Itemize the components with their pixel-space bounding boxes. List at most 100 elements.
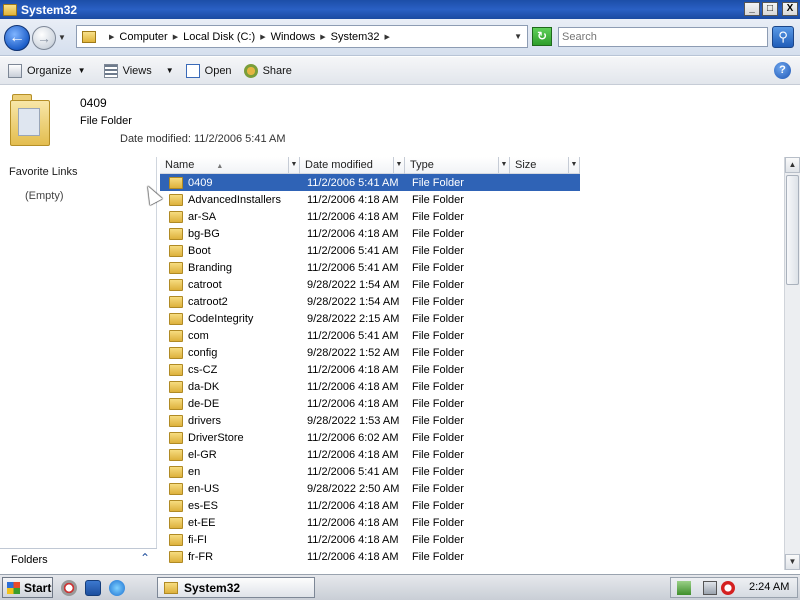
chevron-down-icon[interactable]: ▼	[393, 157, 404, 173]
file-list[interactable]: Name ▲ ▼ Date modified ▼ Type ▼ Size ▼ 04…	[160, 157, 784, 570]
row-type: File Folder	[412, 550, 464, 563]
back-button[interactable]: ←	[4, 25, 30, 51]
folder-icon	[169, 261, 183, 274]
internet-explorer-icon[interactable]	[109, 580, 125, 596]
forward-button[interactable]: →	[32, 26, 56, 50]
table-row[interactable]: bg-BG 11/2/2006 4:18 AM File Folder	[160, 225, 580, 242]
sort-ascending-icon: ▲	[216, 163, 224, 170]
breadcrumb-computer[interactable]: Computer	[119, 31, 167, 43]
row-date-modified: 9/28/2022 1:54 AM	[307, 295, 400, 308]
scroll-up-button[interactable]: ▲	[785, 157, 800, 173]
folder-icon	[169, 176, 183, 189]
address-dropdown[interactable]: ▼	[514, 32, 522, 41]
chevron-right-icon[interactable]: ▶	[320, 33, 325, 41]
row-type: File Folder	[412, 533, 464, 546]
table-row[interactable]: DriverStore 11/2/2006 6:02 AM File Folder	[160, 429, 580, 446]
organize-label: Organize	[27, 64, 72, 77]
breadcrumb-system32[interactable]: System32	[331, 31, 380, 43]
table-row[interactable]: 0409 11/2/2006 5:41 AM File Folder	[160, 174, 580, 191]
folders-toggle[interactable]: Folders ⌃	[0, 548, 157, 570]
column-headers: Name ▲ ▼ Date modified ▼ Type ▼ Size ▼	[160, 157, 580, 174]
chevron-down-icon[interactable]: ▼	[498, 157, 509, 173]
row-name: cs-CZ	[188, 363, 218, 376]
recent-pages-dropdown[interactable]: ▼	[58, 33, 66, 42]
title-bar[interactable]: System32 _ □ X	[0, 0, 800, 19]
row-type: File Folder	[412, 261, 464, 274]
folder-icon	[169, 244, 183, 257]
row-date-modified: 11/2/2006 6:02 AM	[307, 431, 399, 444]
row-name: config	[188, 346, 218, 359]
chevron-right-icon[interactable]: ▶	[173, 33, 178, 41]
folder-icon	[169, 499, 183, 512]
folder-icon	[169, 397, 183, 410]
folder-icon	[169, 295, 183, 308]
refresh-button[interactable]: ↻	[532, 27, 552, 46]
search-input[interactable]	[558, 27, 768, 47]
search-button[interactable]: ⚲	[772, 26, 794, 48]
table-row[interactable]: et-EE 11/2/2006 4:18 AM File Folder	[160, 514, 580, 531]
chevron-down-icon[interactable]: ▼	[568, 157, 579, 173]
start-label: Start	[24, 580, 52, 595]
chevron-right-icon[interactable]: ▶	[260, 33, 265, 41]
row-name: drivers	[188, 414, 222, 427]
taskbar-item-system32[interactable]: System32	[157, 577, 315, 598]
table-row[interactable]: cs-CZ 11/2/2006 4:18 AM File Folder	[160, 361, 580, 378]
share-label: Share	[262, 64, 292, 77]
column-header-type[interactable]: Type ▼	[405, 157, 510, 174]
table-row[interactable]: AdvancedInstallers 11/2/2006 4:18 AM File …	[160, 191, 580, 208]
maximize-button[interactable]: □	[762, 2, 778, 16]
volume-muted-icon[interactable]	[721, 581, 735, 595]
table-row[interactable]: en-US 9/28/2022 2:50 AM File Folder	[160, 480, 580, 497]
table-row[interactable]: config 9/28/2022 1:52 AM File Folder	[160, 344, 580, 361]
views-button[interactable]: Views ▼	[103, 63, 174, 78]
table-row[interactable]: drivers 9/28/2022 1:53 AM File Folder	[160, 412, 580, 429]
row-type: File Folder	[412, 465, 464, 478]
column-header-size[interactable]: Size ▼	[510, 157, 580, 174]
help-button[interactable]: ?	[774, 62, 791, 79]
minimize-button[interactable]: _	[744, 2, 760, 16]
start-button[interactable]: Start	[2, 577, 53, 598]
folder-icon	[169, 227, 183, 240]
table-row[interactable]: de-DE 11/2/2006 4:18 AM File Folder	[160, 395, 580, 412]
table-row[interactable]: catroot2 9/28/2022 1:54 AM File Folder	[160, 293, 580, 310]
scroll-down-button[interactable]: ▼	[785, 554, 800, 570]
table-row[interactable]: fi-FI 11/2/2006 4:18 AM File Folder	[160, 531, 580, 548]
close-button[interactable]: X	[782, 2, 798, 16]
breadcrumb-windows[interactable]: Windows	[271, 31, 316, 43]
column-header-name[interactable]: Name ▲ ▼	[160, 157, 300, 174]
row-type: File Folder	[412, 397, 464, 410]
table-row[interactable]: CodeIntegrity 9/28/2022 2:15 AM File Folde…	[160, 310, 580, 327]
show-desktop-icon[interactable]	[85, 580, 101, 596]
column-header-date-modified[interactable]: Date modified ▼	[300, 157, 405, 174]
vertical-scrollbar[interactable]: ▲ ▼	[784, 157, 800, 570]
row-date-modified: 9/28/2022 1:54 AM	[307, 278, 400, 291]
chevron-right-icon[interactable]: ▶	[385, 33, 390, 41]
network-icon[interactable]	[703, 581, 717, 595]
row-date-modified: 11/2/2006 4:18 AM	[307, 227, 399, 240]
table-row[interactable]: fr-FR 11/2/2006 4:18 AM File Folder	[160, 548, 580, 565]
table-row[interactable]: Boot 11/2/2006 5:41 AM File Folder	[160, 242, 580, 259]
media-player-icon[interactable]	[61, 580, 77, 596]
row-date-modified: 11/2/2006 4:18 AM	[307, 448, 399, 461]
table-row[interactable]: es-ES 11/2/2006 4:18 AM File Folder	[160, 497, 580, 514]
security-icon[interactable]	[677, 581, 691, 595]
share-button[interactable]: Share	[243, 63, 292, 78]
scroll-thumb[interactable]	[786, 175, 799, 285]
row-date-modified: 11/2/2006 4:18 AM	[307, 193, 399, 206]
chevron-right-icon[interactable]: ▶	[109, 33, 114, 41]
table-row[interactable]: da-DK 11/2/2006 4:18 AM File Folder	[160, 378, 580, 395]
table-row[interactable]: Branding 11/2/2006 5:41 AM File Folder	[160, 259, 580, 276]
organize-button[interactable]: Organize ▼	[8, 63, 86, 78]
table-row[interactable]: en 11/2/2006 5:41 AM File Folder	[160, 463, 580, 480]
address-bar[interactable]: ▶ Computer ▶ Local Disk (C:) ▶ Windows ▶…	[76, 25, 528, 48]
share-icon	[243, 63, 258, 78]
table-row[interactable]: el-GR 11/2/2006 4:18 AM File Folder	[160, 446, 580, 463]
breadcrumb-local-disk[interactable]: Local Disk (C:)	[183, 31, 255, 43]
open-button[interactable]: Open	[185, 63, 232, 78]
clock[interactable]: 2:24 AM	[749, 581, 789, 593]
folder-icon	[169, 550, 183, 563]
table-row[interactable]: ar-SA 11/2/2006 4:18 AM File Folder	[160, 208, 580, 225]
table-row[interactable]: com 11/2/2006 5:41 AM File Folder	[160, 327, 580, 344]
chevron-down-icon[interactable]: ▼	[288, 157, 299, 173]
table-row[interactable]: catroot 9/28/2022 1:54 AM File Folder	[160, 276, 580, 293]
